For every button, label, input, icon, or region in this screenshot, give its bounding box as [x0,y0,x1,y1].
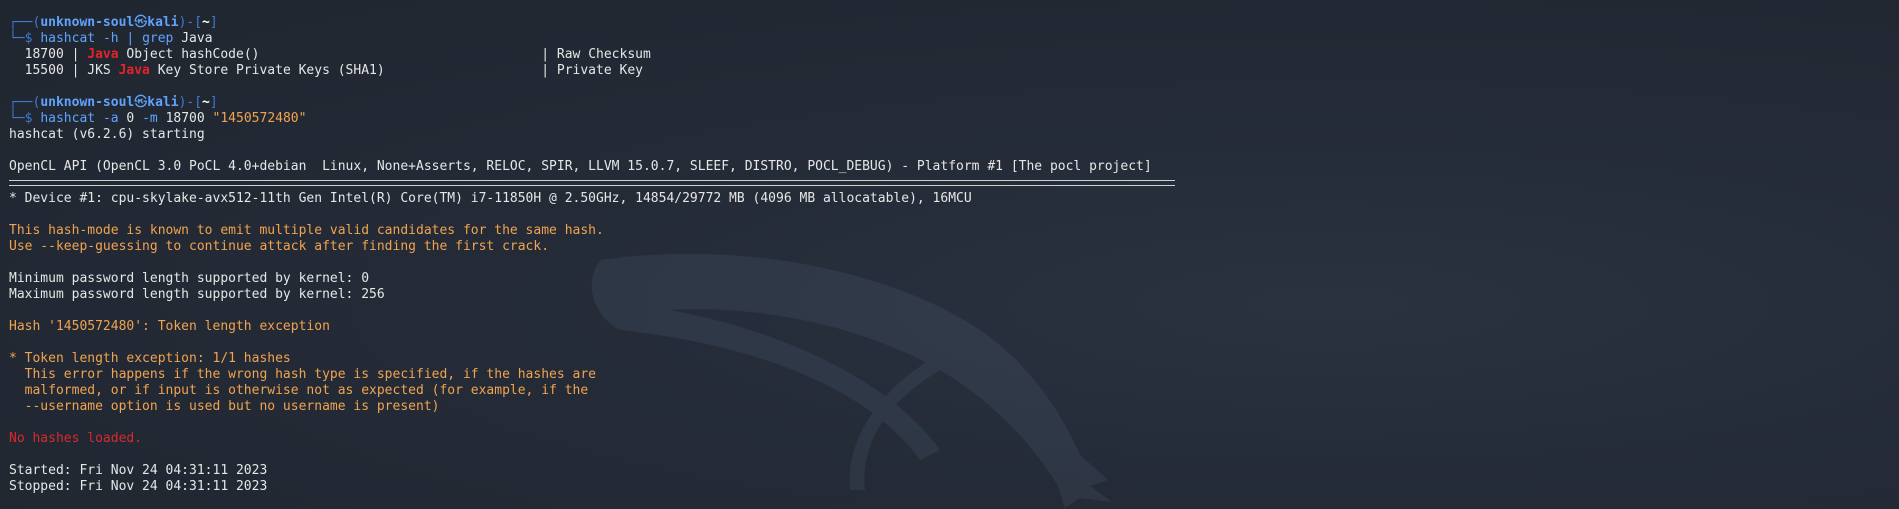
max-length-line: Maximum password length supported by ker… [9,287,385,302]
min-length-line: Minimum password length supported by ker… [9,271,370,286]
token-exception-line: * Token length exception: 1/1 hashes [9,351,291,366]
hash-argument: "1450572480" [212,111,307,126]
warning-line: This hash-mode is known to emit multiple… [9,223,604,238]
grep-result-line: 18700 | Java Object hashCode() | Raw Che… [9,47,651,62]
command-name: hashcat [40,31,96,46]
started-line: Started: Fri Nov 24 04:31:11 2023 [9,463,268,478]
attack-mode-flag: -a [102,111,119,126]
prompt-user: unknown-soul [40,15,135,30]
command-line-1: └─$ hashcat -h | grep Java [9,31,213,46]
hash-exception-line: Hash '1450572480': Token length exceptio… [9,319,330,334]
prompt-host: kali [147,95,179,110]
command-flag: -h [102,31,119,46]
attack-mode-value: 0 [126,111,135,126]
opencl-line: OpenCL API (OpenCL 3.0 PoCL 4.0+debian L… [9,159,1152,174]
terminal-output: ┌──(unknown-soul㉿kali)-[~] └─$ hashcat -… [9,15,1899,495]
prompt-line-1: ┌──(unknown-soul㉿kali)-[~] [9,15,218,30]
hash-mode-value: 18700 [165,111,205,126]
prompt-line-2: ┌──(unknown-soul㉿kali)-[~] [9,95,218,110]
starting-line: hashcat (v6.2.6) starting [9,127,205,142]
grep-result-line: 15500 | JKS Java Key Store Private Keys … [9,63,643,78]
token-exception-line: malformed, or if input is otherwise not … [9,383,589,398]
grep-command: grep [142,31,174,46]
pipe-symbol: | [126,31,135,46]
prompt-dir: ~ [202,15,210,30]
terminal-window[interactable]: ┌──(unknown-soul㉿kali)-[~] └─$ hashcat -… [0,0,1899,509]
separator-line [9,180,1175,186]
token-exception-line: --username option is used but no usernam… [9,399,440,414]
prompt-at-symbol: ㉿ [134,15,148,30]
grep-match: Java [87,47,119,62]
prompt-host: kali [147,15,179,30]
device-line: * Device #1: cpu-skylake-avx512-11th Gen… [9,191,972,206]
prompt-at-symbol: ㉿ [134,95,148,110]
separator-row [9,175,1899,191]
prompt-user: unknown-soul [40,95,135,110]
hash-mode-flag: -m [142,111,158,126]
prompt-dir: ~ [202,95,210,110]
stopped-line: Stopped: Fri Nov 24 04:31:11 2023 [9,479,268,494]
command-name: hashcat [40,111,96,126]
no-hashes-line: No hashes loaded. [9,431,143,446]
command-line-2: └─$ hashcat -a 0 -m 18700 "1450572480" [9,111,307,126]
warning-line: Use --keep-guessing to continue attack a… [9,239,550,254]
grep-match: Java [118,63,150,78]
token-exception-line: This error happens if the wrong hash typ… [9,367,596,382]
grep-argument: Java [181,31,213,46]
